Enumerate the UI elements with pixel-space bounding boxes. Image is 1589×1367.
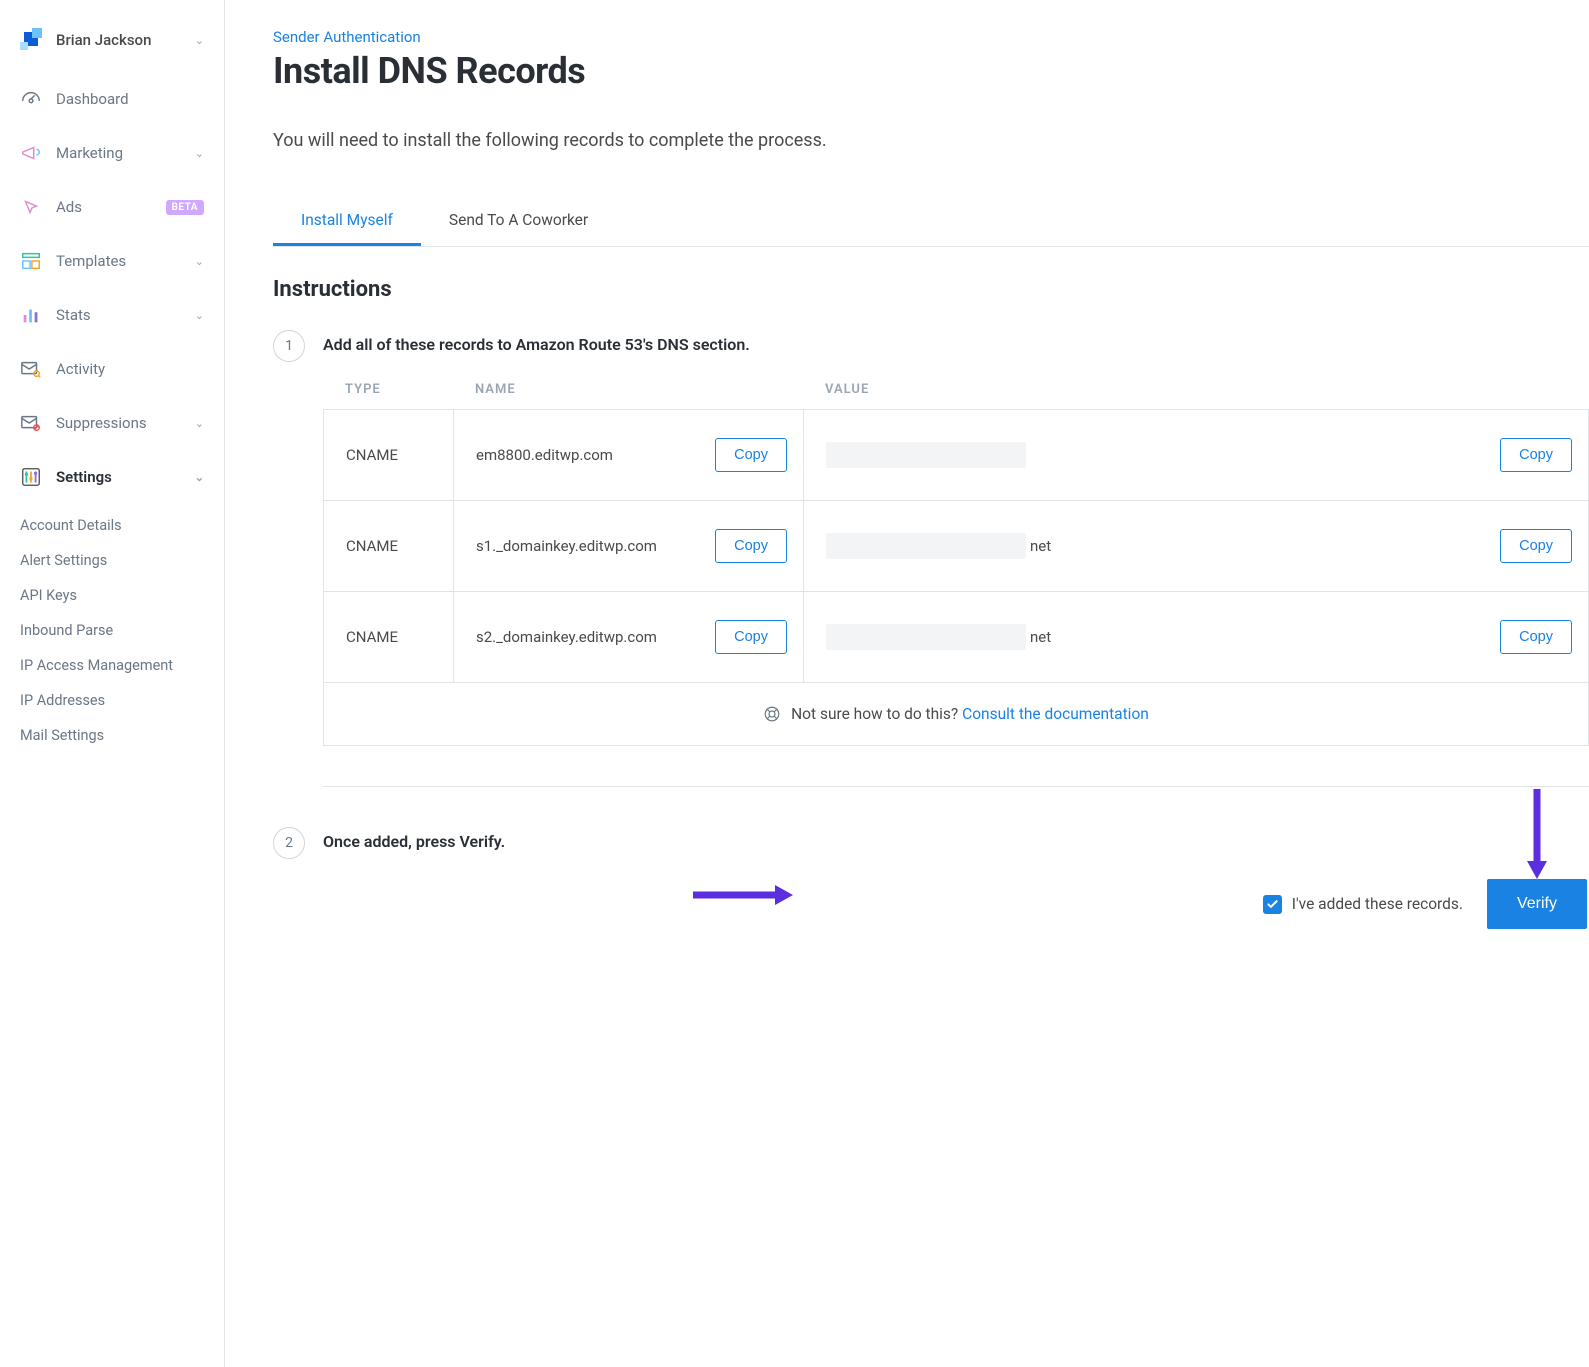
cell-type: CNAME — [324, 501, 454, 591]
documentation-link[interactable]: Consult the documentation — [962, 705, 1149, 723]
redacted-value — [826, 624, 1026, 650]
cell-value-suffix: net — [1030, 628, 1051, 646]
sidebar-item-templates[interactable]: Templates ⌄ — [0, 234, 224, 288]
th-name: NAME — [453, 382, 803, 397]
tab-install-myself[interactable]: Install Myself — [273, 201, 421, 246]
cell-value-suffix: net — [1030, 537, 1051, 555]
megaphone-icon — [20, 142, 42, 164]
table-row: CNAME em8800.editwp.com Copy Copy — [324, 409, 1588, 500]
account-name: Brian Jackson — [56, 31, 183, 49]
th-type: TYPE — [323, 382, 453, 397]
page-title: Install DNS Records — [273, 50, 1589, 92]
checkbox-text: I've added these records. — [1292, 895, 1463, 913]
sidebar-item-stats[interactable]: Stats ⌄ — [0, 288, 224, 342]
sidebar-item-label: Marketing — [56, 144, 181, 162]
cell-type: CNAME — [324, 592, 454, 682]
copy-name-button[interactable]: Copy — [715, 529, 787, 563]
hint-text: Not sure how to do this? — [791, 705, 962, 723]
tabs: Install Myself Send To A Coworker — [273, 201, 1589, 247]
lifebuoy-icon — [763, 705, 781, 723]
verify-row: I've added these records. Verify — [273, 879, 1589, 929]
chevron-down-icon: ⌄ — [195, 417, 204, 430]
subnav-api-keys[interactable]: API Keys — [10, 578, 224, 613]
mail-search-icon — [20, 358, 42, 380]
breadcrumb[interactable]: Sender Authentication — [273, 28, 1589, 46]
table-row: CNAME s1._domainkey.editwp.com Copy net … — [324, 500, 1588, 591]
sidebar-item-label: Activity — [56, 360, 204, 378]
sidebar-item-settings[interactable]: Settings ⌄ — [0, 450, 224, 504]
account-switcher[interactable]: Brian Jackson ⌄ — [0, 20, 224, 72]
step-1: 1 Add all of these records to Amazon Rou… — [273, 330, 1589, 362]
sidebar-item-suppressions[interactable]: Suppressions ⌄ — [0, 396, 224, 450]
table-row: CNAME s2._domainkey.editwp.com Copy net … — [324, 591, 1588, 682]
subnav-mail-settings[interactable]: Mail Settings — [10, 718, 224, 753]
instructions-heading: Instructions — [273, 277, 1589, 302]
redacted-value — [826, 442, 1026, 468]
chevron-down-icon: ⌄ — [195, 147, 204, 160]
tab-send-to-coworker[interactable]: Send To A Coworker — [421, 201, 616, 246]
subnav-ip-access-management[interactable]: IP Access Management — [10, 648, 224, 683]
step-text: Add all of these records to Amazon Route… — [323, 330, 750, 354]
copy-name-button[interactable]: Copy — [715, 438, 787, 472]
copy-value-button[interactable]: Copy — [1500, 438, 1572, 472]
step-2: 2 Once added, press Verify. — [273, 827, 1589, 859]
mail-block-icon — [20, 412, 42, 434]
settings-subnav: Account Details Alert Settings API Keys … — [0, 504, 224, 753]
divider — [323, 786, 1589, 787]
added-records-checkbox-label[interactable]: I've added these records. — [1263, 895, 1463, 914]
step-number: 2 — [273, 827, 305, 859]
cursor-icon — [20, 196, 42, 218]
copy-name-button[interactable]: Copy — [715, 620, 787, 654]
sidebar-item-activity[interactable]: Activity — [0, 342, 224, 396]
sidebar-item-dashboard[interactable]: Dashboard — [0, 72, 224, 126]
main-content: Sender Authentication Install DNS Record… — [225, 0, 1589, 1367]
step-number: 1 — [273, 330, 305, 362]
beta-badge: BETA — [166, 200, 205, 215]
layout-icon — [20, 250, 42, 272]
chevron-down-icon: ⌄ — [195, 471, 204, 484]
subnav-ip-addresses[interactable]: IP Addresses — [10, 683, 224, 718]
check-icon — [1266, 898, 1279, 911]
sidebar-item-label: Suppressions — [56, 414, 181, 432]
cell-name: em8800.editwp.com — [476, 446, 613, 464]
cell-name: s1._domainkey.editwp.com — [476, 537, 657, 555]
records-table: CNAME em8800.editwp.com Copy Copy CN — [323, 409, 1589, 746]
verify-button[interactable]: Verify — [1487, 879, 1587, 929]
records-table-header: TYPE NAME VALUE — [323, 382, 1589, 409]
subnav-inbound-parse[interactable]: Inbound Parse — [10, 613, 224, 648]
subnav-account-details[interactable]: Account Details — [10, 508, 224, 543]
subnav-alert-settings[interactable]: Alert Settings — [10, 543, 224, 578]
sliders-icon — [20, 466, 42, 488]
sidebar: Brian Jackson ⌄ Dashboard Marketing ⌄ Ad… — [0, 0, 225, 1367]
annotation-arrow-horizontal-icon — [693, 883, 793, 907]
copy-value-button[interactable]: Copy — [1500, 620, 1572, 654]
annotation-arrow-vertical-icon — [1525, 789, 1549, 879]
redacted-value — [826, 533, 1026, 559]
sidebar-item-label: Stats — [56, 306, 181, 324]
chevron-down-icon: ⌄ — [195, 34, 204, 47]
chevron-down-icon: ⌄ — [195, 309, 204, 322]
sidebar-item-label: Templates — [56, 252, 181, 270]
sidebar-item-label: Settings — [56, 468, 181, 486]
page-subtitle: You will need to install the following r… — [273, 130, 1589, 151]
sidebar-item-ads[interactable]: Ads BETA — [0, 180, 224, 234]
bars-icon — [20, 304, 42, 326]
step-text: Once added, press Verify. — [323, 827, 505, 851]
cell-type: CNAME — [324, 410, 454, 500]
sidebar-item-label: Ads — [56, 198, 152, 216]
copy-value-button[interactable]: Copy — [1500, 529, 1572, 563]
cell-name: s2._domainkey.editwp.com — [476, 628, 657, 646]
account-logo-icon — [20, 28, 44, 52]
sidebar-item-marketing[interactable]: Marketing ⌄ — [0, 126, 224, 180]
th-value: VALUE — [803, 382, 1589, 397]
documentation-hint: Not sure how to do this? Consult the doc… — [324, 682, 1588, 745]
sidebar-item-label: Dashboard — [56, 90, 204, 108]
chevron-down-icon: ⌄ — [195, 255, 204, 268]
gauge-icon — [20, 88, 42, 110]
added-records-checkbox[interactable] — [1263, 895, 1282, 914]
